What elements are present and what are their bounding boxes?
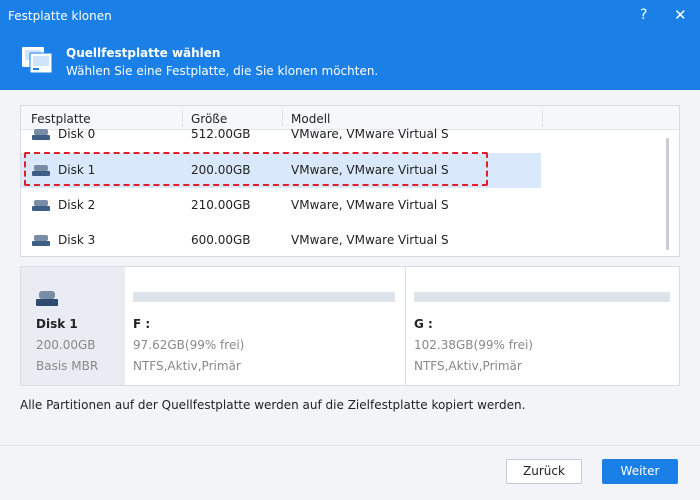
hard-disk-icon <box>36 291 58 306</box>
scrollbar-thumb[interactable] <box>666 138 669 250</box>
partition-f[interactable]: F : 97.62GB(99% frei) NTFS,Aktiv,Primär <box>125 267 405 385</box>
window-title: Festplatte klonen <box>8 9 112 23</box>
table-row-selected[interactable]: Disk 1 200.00GB VMware, VMware Virtual S <box>21 153 541 188</box>
disk-name: Disk 1 <box>58 163 96 177</box>
disk-size: 512.00GB <box>191 127 251 141</box>
disk-detail-panel: Disk 1 200.00GB Basis MBR F : 97.62GB(99… <box>20 266 680 386</box>
back-button[interactable]: Zurück <box>506 459 582 484</box>
disk-table: Festplatte Größe Modell Disk 0 512.00GB … <box>20 105 680 257</box>
partition-free: 97.62GB(99% frei) <box>133 338 245 352</box>
detail-disk-size: 200.00GB <box>36 338 96 352</box>
help-icon[interactable]: ? <box>640 7 647 23</box>
disk-model: VMware, VMware Virtual S <box>291 163 449 177</box>
disk-size: 210.00GB <box>191 198 251 212</box>
detail-disk-name: Disk 1 <box>36 317 78 331</box>
info-note: Alle Partitionen auf der Quellfestplatte… <box>20 398 526 412</box>
title-bar: Festplatte klonen ? ✕ <box>0 0 700 32</box>
hard-disk-icon <box>32 129 50 140</box>
table-row[interactable]: Disk 2 210.00GB VMware, VMware Virtual S <box>21 188 541 223</box>
disk-summary: Disk 1 200.00GB Basis MBR <box>21 267 125 385</box>
close-icon[interactable]: ✕ <box>674 6 687 24</box>
disk-stack-icon <box>22 47 53 74</box>
partition-free: 102.38GB(99% frei) <box>414 338 533 352</box>
table-row[interactable]: Disk 3 600.00GB VMware, VMware Virtual S <box>21 223 541 256</box>
disk-model: VMware, VMware Virtual S <box>291 233 449 247</box>
step-title: Quellfestplatte wählen <box>66 46 221 60</box>
disk-model: VMware, VMware Virtual S <box>291 127 449 141</box>
partition-type: NTFS,Aktiv,Primär <box>133 359 241 373</box>
partition-label: F : <box>133 317 151 331</box>
step-header: Quellfestplatte wählen Wählen Sie eine F… <box>0 32 700 90</box>
partition-g[interactable]: G : 102.38GB(99% frei) NTFS,Aktiv,Primär <box>406 267 680 385</box>
disk-size: 600.00GB <box>191 233 251 247</box>
detail-disk-type: Basis MBR <box>36 359 99 373</box>
hard-disk-icon <box>32 165 50 176</box>
hard-disk-icon <box>32 235 50 246</box>
table-scrollbar[interactable] <box>665 136 671 254</box>
partition-type: NTFS,Aktiv,Primär <box>414 359 522 373</box>
partition-usage-bar <box>414 292 670 302</box>
partition-usage-bar <box>133 292 395 302</box>
hard-disk-icon <box>32 200 50 211</box>
disk-size: 200.00GB <box>191 163 251 177</box>
column-separator[interactable] <box>542 109 543 127</box>
disk-name: Disk 2 <box>58 198 96 212</box>
disk-name: Disk 3 <box>58 233 96 247</box>
footer-divider <box>0 445 700 446</box>
disk-name: Disk 0 <box>58 127 96 141</box>
disk-model: VMware, VMware Virtual S <box>291 198 449 212</box>
step-subtitle: Wählen Sie eine Festplatte, die Sie klon… <box>66 64 379 78</box>
next-button[interactable]: Weiter <box>602 459 678 484</box>
table-row[interactable]: Disk 0 512.00GB VMware, VMware Virtual S <box>21 117 541 152</box>
partition-label: G : <box>414 317 433 331</box>
